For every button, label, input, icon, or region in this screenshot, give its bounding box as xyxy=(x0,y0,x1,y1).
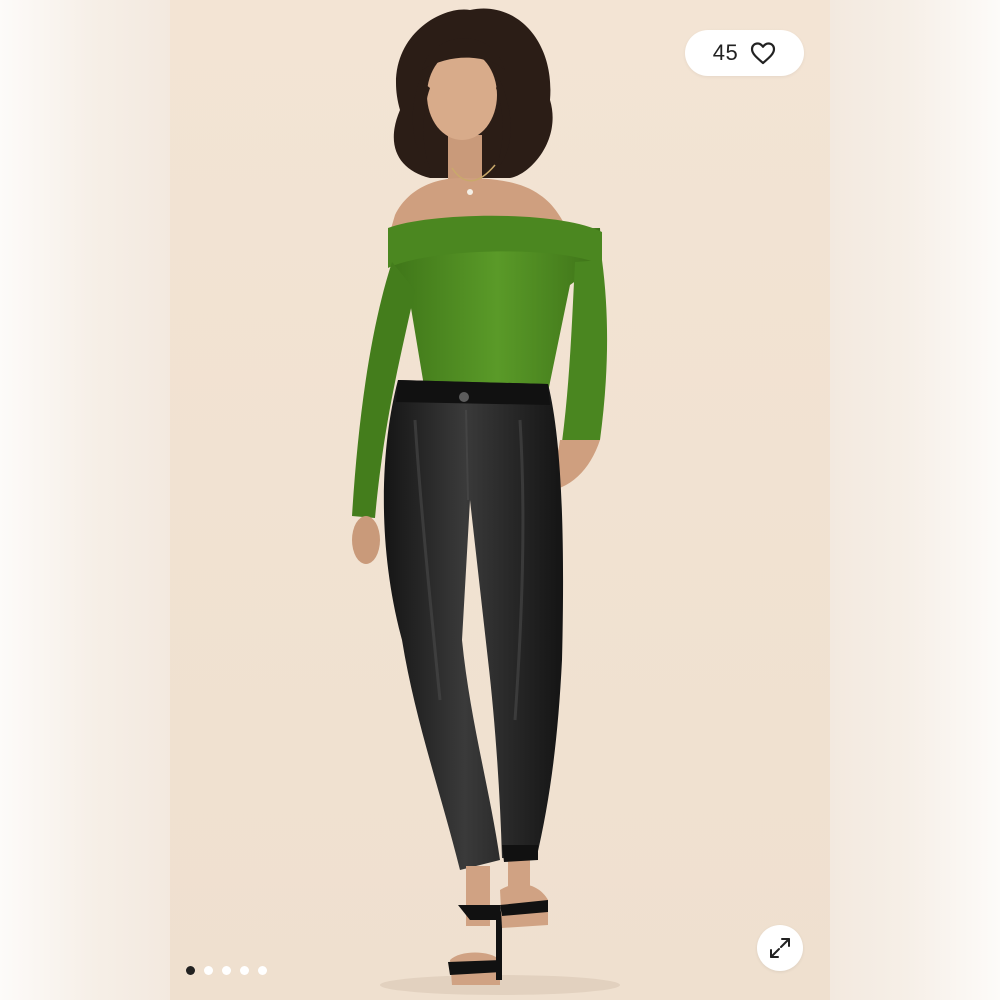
blurred-right-panel xyxy=(830,0,1000,1000)
model-illustration xyxy=(170,0,830,1000)
heart-icon xyxy=(751,42,776,65)
carousel-dot-2[interactable] xyxy=(204,966,213,975)
carousel-dot-4[interactable] xyxy=(240,966,249,975)
carousel-pagination xyxy=(186,966,267,975)
product-photo[interactable] xyxy=(170,0,830,1000)
blurred-left-panel xyxy=(0,0,170,1000)
carousel-dot-1[interactable] xyxy=(186,966,195,975)
carousel-dot-5[interactable] xyxy=(258,966,267,975)
expand-arrows-icon xyxy=(770,938,790,958)
like-button[interactable]: 45 xyxy=(685,30,804,76)
image-viewer: 45 xyxy=(0,0,1000,1000)
carousel-dot-3[interactable] xyxy=(222,966,231,975)
expand-image-button[interactable] xyxy=(757,925,803,971)
likes-count: 45 xyxy=(712,40,739,65)
